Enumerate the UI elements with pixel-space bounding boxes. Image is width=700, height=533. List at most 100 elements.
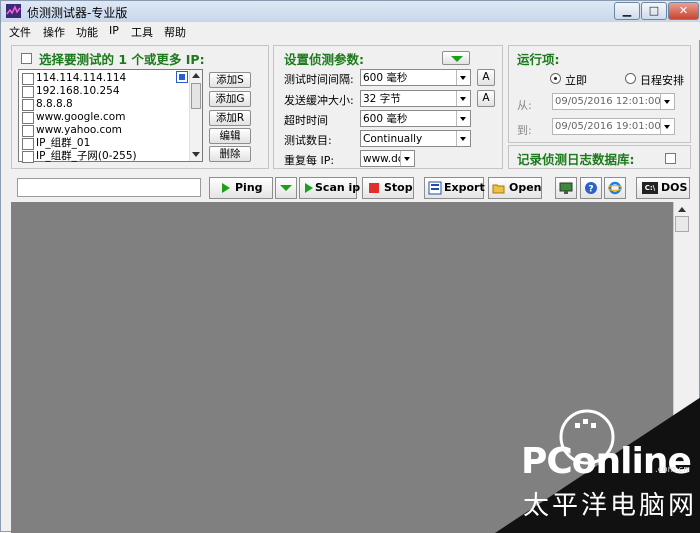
folder-open-icon <box>492 184 505 194</box>
list-item[interactable]: IP_组群_01 <box>22 137 192 150</box>
help-icon: ? <box>585 182 597 195</box>
timeout-label: 超时时间 <box>284 114 328 127</box>
list-item[interactable]: www.google.com <box>22 111 192 124</box>
close-button[interactable]: ✕ <box>668 2 699 20</box>
ping-options-button[interactable] <box>275 177 297 199</box>
browser-button[interactable] <box>604 177 626 199</box>
dos-button[interactable]: C:\ DOS <box>636 177 690 199</box>
to-datetime[interactable]: 09/05/2016 19:01:00 <box>552 118 675 135</box>
schedule-label: 日程安排 <box>640 74 684 87</box>
scan-ip-button[interactable]: Scan ip <box>299 177 360 199</box>
maximize-button[interactable]: □ <box>641 2 667 20</box>
list-item[interactable]: 8.8.8.8 <box>22 98 192 111</box>
item-checkbox[interactable] <box>22 125 34 137</box>
stop-button[interactable]: Stop <box>362 177 414 199</box>
schedule-radio[interactable] <box>625 73 636 84</box>
count-label: 测试数目: <box>284 134 332 147</box>
chevron-down-icon <box>660 94 674 109</box>
menu-tools[interactable]: 工具 <box>131 24 153 40</box>
chevron-down-icon <box>280 185 292 191</box>
item-checkbox[interactable] <box>22 138 34 150</box>
export-button[interactable]: Export <box>424 177 485 199</box>
buffer-a-button[interactable]: A <box>477 90 495 107</box>
log-heading: 记录侦测日志数据库: <box>517 152 635 167</box>
ping-button[interactable]: Ping <box>209 177 273 199</box>
scroll-down-icon[interactable] <box>192 152 200 157</box>
internet-explorer-icon <box>608 181 622 195</box>
app-icon <box>6 4 21 18</box>
app-window: 侦测测试器-专业版 ▁ □ ✕ 文件 操作 功能 IP 工具 帮助 选择要测试的… <box>0 0 700 533</box>
select-all-toggle[interactable] <box>176 71 188 83</box>
from-label: 从: <box>517 99 532 112</box>
play-icon <box>222 183 230 193</box>
params-expand-button[interactable] <box>442 51 470 65</box>
select-all-checkbox[interactable] <box>21 53 32 64</box>
chevron-down-icon <box>456 91 470 106</box>
menu-function[interactable]: 功能 <box>76 24 98 40</box>
help-button[interactable]: ? <box>580 177 602 199</box>
immediate-radio[interactable] <box>550 73 561 84</box>
repeat-select[interactable]: www.do <box>360 150 415 167</box>
watermark-tagline: 太平洋电脑网 <box>523 491 698 521</box>
interval-select[interactable]: 600 毫秒 <box>360 69 471 86</box>
delete-button[interactable]: 删除 <box>209 146 251 162</box>
from-datetime[interactable]: 09/05/2016 12:01:00 <box>552 93 675 110</box>
menu-bar: 文件 操作 功能 IP 工具 帮助 <box>1 22 700 40</box>
item-checkbox[interactable] <box>22 151 34 163</box>
add-r-button[interactable]: 添加R <box>209 110 251 126</box>
params-heading: 设置侦测参数: <box>284 52 364 67</box>
item-checkbox[interactable] <box>22 99 34 111</box>
address-input[interactable] <box>17 178 201 197</box>
scroll-thumb[interactable] <box>675 216 689 232</box>
item-checkbox[interactable] <box>22 86 34 98</box>
monitor-button[interactable] <box>555 177 577 199</box>
play-icon <box>305 183 313 193</box>
log-checkbox[interactable] <box>665 153 676 164</box>
menu-help[interactable]: 帮助 <box>164 24 186 40</box>
stop-icon <box>369 183 379 193</box>
buffer-label: 发送缓冲大小: <box>284 94 354 107</box>
add-s-button[interactable]: 添加S <box>209 72 251 88</box>
menu-operate[interactable]: 操作 <box>43 24 65 40</box>
watermark-domain: .com.cn <box>655 465 689 475</box>
svg-text:?: ? <box>588 185 593 195</box>
monitor-icon <box>559 182 573 194</box>
scroll-up-icon[interactable] <box>678 207 686 212</box>
chevron-down-icon <box>660 119 674 134</box>
ip-panel-heading: 选择要测试的 1 个或更多 IP: <box>39 52 205 67</box>
scroll-up-icon[interactable] <box>192 73 200 78</box>
interval-label: 测试时间间隔: <box>284 73 354 86</box>
to-label: 到: <box>517 124 532 137</box>
chevron-down-icon <box>451 56 463 62</box>
chevron-down-icon <box>456 70 470 85</box>
list-item[interactable]: 114.114.114.114 <box>22 72 192 85</box>
ip-list[interactable]: 114.114.114.114 192.168.10.254 8.8.8.8 w… <box>18 69 203 163</box>
chevron-down-icon <box>456 131 470 146</box>
edit-button[interactable]: 编辑 <box>209 128 251 144</box>
open-button[interactable]: Open <box>488 177 542 199</box>
add-g-button[interactable]: 添加G <box>209 91 251 107</box>
title-bar: 侦测测试器-专业版 ▁ □ ✕ <box>1 1 700 22</box>
list-item[interactable]: 192.168.10.254 <box>22 85 192 98</box>
item-checkbox[interactable] <box>22 73 34 85</box>
list-item[interactable]: IP_组群_子网(0-255) <box>22 150 192 163</box>
repeat-label: 重复每 IP: <box>284 154 335 167</box>
toggle-fill <box>179 74 185 80</box>
list-scrollbar[interactable] <box>189 70 202 161</box>
minimize-button[interactable]: ▁ <box>614 2 640 20</box>
dos-icon: C:\ <box>642 182 658 194</box>
menu-ip[interactable]: IP <box>109 24 119 37</box>
export-icon <box>428 181 442 195</box>
buffer-select[interactable]: 32 字节 <box>360 90 471 107</box>
count-select[interactable]: Continually <box>360 130 471 147</box>
immediate-label: 立即 <box>565 74 587 87</box>
timeout-select[interactable]: 600 毫秒 <box>360 110 471 127</box>
interval-a-button[interactable]: A <box>477 69 495 86</box>
menu-file[interactable]: 文件 <box>9 24 31 40</box>
item-checkbox[interactable] <box>22 112 34 124</box>
chevron-down-icon <box>400 151 414 166</box>
run-heading: 运行项: <box>517 52 560 67</box>
scroll-thumb[interactable] <box>191 83 201 109</box>
chevron-down-icon <box>456 111 470 126</box>
list-item[interactable]: www.yahoo.com <box>22 124 192 137</box>
